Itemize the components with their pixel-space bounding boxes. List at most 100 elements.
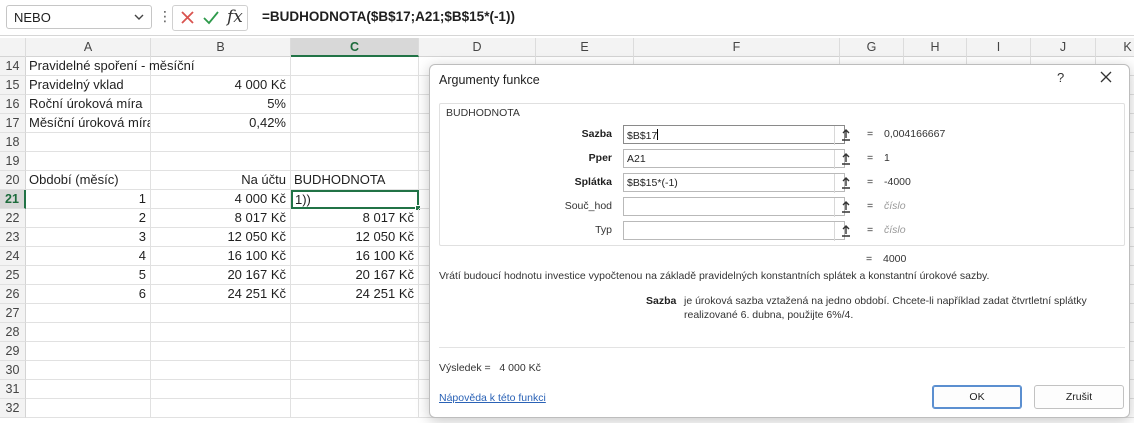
cell-b21[interactable]: 4 000 Kč [151,190,291,209]
row-header[interactable]: 21 [0,190,26,209]
row-header[interactable]: 17 [0,114,26,133]
cell-a21[interactable]: 1 [26,190,151,209]
formula-input[interactable]: =BUDHODNOTA($B$17;A21;$B$15*(-1)) [262,9,515,24]
cell-b23[interactable]: 12 050 Kč [151,228,291,247]
help-link[interactable]: Nápověda k této funkci [439,392,546,404]
cell-c26[interactable]: 24 251 Kč [291,285,419,304]
cell-a28[interactable] [26,323,151,342]
cell-b20[interactable]: Na účtu [151,171,291,190]
row-header[interactable]: 30 [0,361,26,380]
arg-input-typ[interactable] [623,221,845,240]
column-header-j[interactable]: J [1031,38,1096,57]
row-header[interactable]: 29 [0,342,26,361]
row-header[interactable]: 18 [0,133,26,152]
cell-a27[interactable] [26,304,151,323]
cell-b29[interactable] [151,342,291,361]
cell-a24[interactable]: 4 [26,247,151,266]
cell-a15[interactable]: Pravidelný vklad [26,76,151,95]
row-header[interactable]: 27 [0,304,26,323]
cell-a16[interactable]: Roční úroková míra [26,95,151,114]
column-header-g[interactable]: G [840,38,904,57]
row-header[interactable]: 14 [0,57,26,76]
cell-c27[interactable] [291,304,419,323]
cell-c17[interactable] [291,114,419,133]
column-header-h[interactable]: H [904,38,967,57]
column-header-f[interactable]: F [634,38,840,57]
column-header-d[interactable]: D [419,38,536,57]
cell-b14[interactable] [151,57,291,76]
more-options-icon[interactable]: ⋮ [158,8,172,25]
cell-b31[interactable] [151,380,291,399]
cell-c31[interactable] [291,380,419,399]
collapse-dialog-icon[interactable] [834,126,857,145]
cell-b15[interactable]: 4 000 Kč [151,76,291,95]
row-header[interactable]: 31 [0,380,26,399]
cell-c30[interactable] [291,361,419,380]
row-header[interactable]: 28 [0,323,26,342]
column-header-c[interactable]: C [291,38,419,57]
collapse-dialog-icon[interactable] [834,198,857,217]
select-all-corner[interactable] [0,38,26,57]
insert-function-button[interactable]: fx [227,7,243,27]
cell-c14[interactable] [291,57,419,76]
collapse-dialog-icon[interactable] [834,222,857,241]
collapse-dialog-icon[interactable] [834,150,857,169]
cell-b19[interactable] [151,152,291,171]
row-header[interactable]: 24 [0,247,26,266]
cell-a31[interactable] [26,380,151,399]
arg-input-sazba[interactable]: $B$17 [623,125,845,144]
cell-a32[interactable] [26,399,151,418]
row-header[interactable]: 26 [0,285,26,304]
column-header-b[interactable]: B [151,38,291,57]
cell-c28[interactable] [291,323,419,342]
column-header-e[interactable]: E [536,38,634,57]
row-header[interactable]: 23 [0,228,26,247]
cell-a30[interactable] [26,361,151,380]
cell-c29[interactable] [291,342,419,361]
cell-a29[interactable] [26,342,151,361]
cell-b22[interactable]: 8 017 Kč [151,209,291,228]
cell-b28[interactable] [151,323,291,342]
cell-a20[interactable]: Období (měsíc) [26,171,151,190]
cell-a23[interactable]: 3 [26,228,151,247]
cell-b26[interactable]: 24 251 Kč [151,285,291,304]
row-header[interactable]: 22 [0,209,26,228]
cell-b25[interactable]: 20 167 Kč [151,266,291,285]
cell-c22[interactable]: 8 017 Kč [291,209,419,228]
row-header[interactable]: 19 [0,152,26,171]
row-header[interactable]: 25 [0,266,26,285]
cell-b18[interactable] [151,133,291,152]
cell-c19[interactable] [291,152,419,171]
confirm-formula-button[interactable] [200,8,222,28]
cell-b32[interactable] [151,399,291,418]
column-header-a[interactable]: A [26,38,151,57]
column-header-i[interactable]: I [967,38,1031,57]
cell-a17[interactable]: Měsíční úroková míra [26,114,151,133]
row-header[interactable]: 16 [0,95,26,114]
cell-b16[interactable]: 5% [151,95,291,114]
cell-a19[interactable] [26,152,151,171]
cancel-button[interactable]: Zrušit [1034,385,1124,409]
cell-c20[interactable]: BUDHODNOTA [291,171,419,190]
cell-b17[interactable]: 0,42% [151,114,291,133]
cell-b30[interactable] [151,361,291,380]
chevron-down-icon[interactable] [133,8,145,29]
arg-input-pper[interactable]: A21 [623,149,845,168]
cell-c16[interactable] [291,95,419,114]
cell-c24[interactable]: 16 100 Kč [291,247,419,266]
cell-a22[interactable]: 2 [26,209,151,228]
cell-a14[interactable]: Pravidelné spoření - měsíční [26,57,194,76]
close-icon[interactable] [1098,69,1114,85]
arg-input-sou-hod[interactable] [623,197,845,216]
cell-c25[interactable]: 20 167 Kč [291,266,419,285]
cell-a18[interactable] [26,133,151,152]
row-header[interactable]: 20 [0,171,26,190]
column-header-k[interactable]: K [1096,38,1134,57]
cell-b24[interactable]: 16 100 Kč [151,247,291,266]
active-cell-c21[interactable]: 1)) [291,190,421,211]
row-header[interactable]: 15 [0,76,26,95]
cell-c15[interactable] [291,76,419,95]
help-icon[interactable]: ? [1057,70,1064,85]
row-header[interactable]: 32 [0,399,26,418]
collapse-dialog-icon[interactable] [834,174,857,193]
